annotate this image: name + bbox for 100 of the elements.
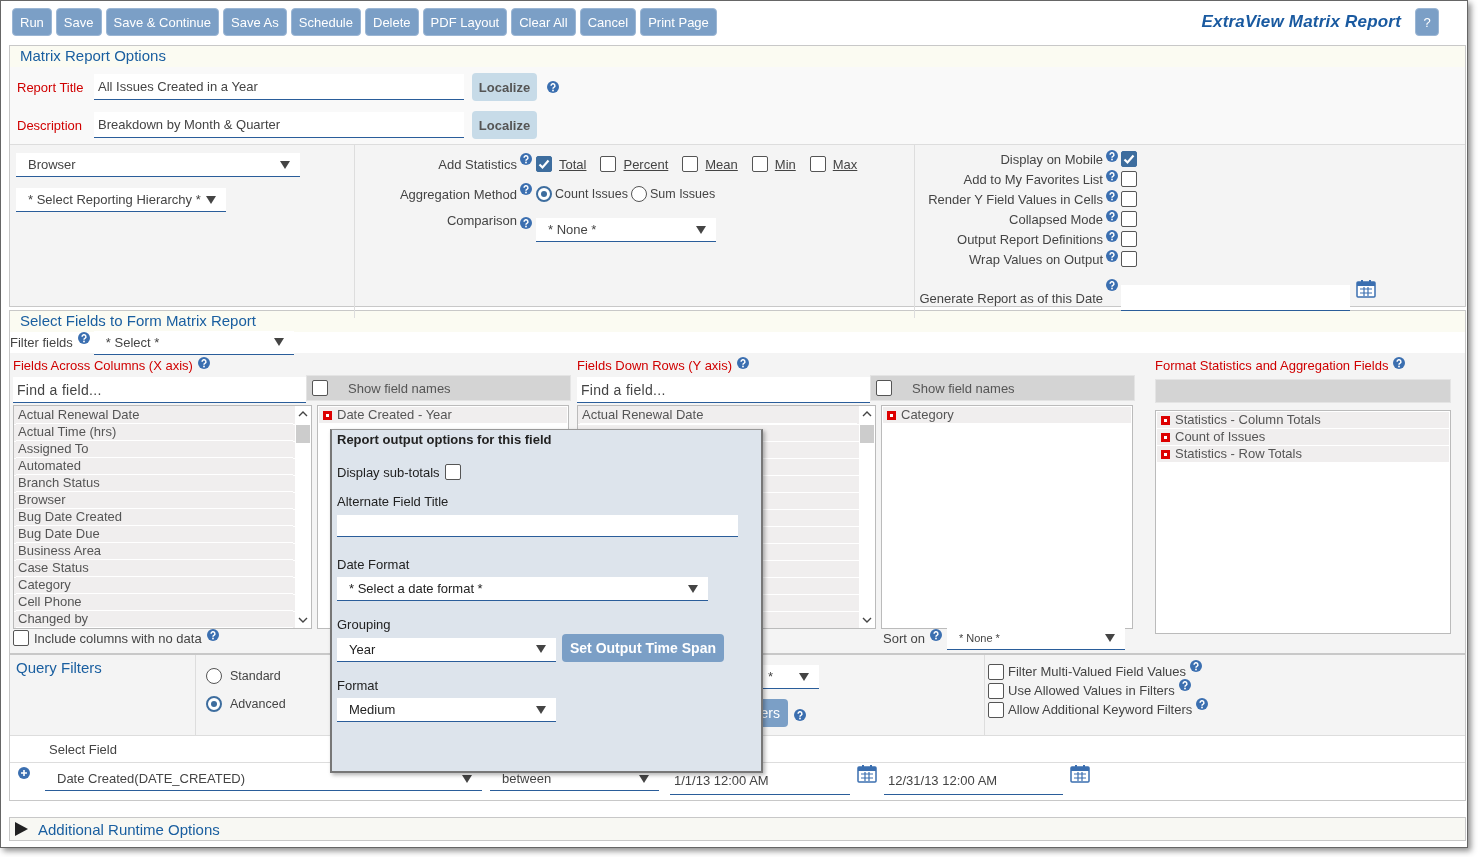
scroll-thumb[interactable]	[860, 425, 874, 443]
checkbox[interactable]	[444, 464, 461, 480]
section-heading[interactable]: Additional Runtime Options	[38, 820, 220, 838]
list-item[interactable]: Category	[883, 407, 1131, 424]
help-icon[interactable]	[77, 332, 90, 344]
scroll-thumb[interactable]	[296, 425, 310, 443]
checkbox[interactable]	[1121, 231, 1137, 247]
dropdown[interactable]: * Select a date format *	[337, 577, 708, 601]
list-item[interactable]: Statistics - Column Totals	[1157, 412, 1449, 429]
checkbox-label[interactable]: Min	[774, 156, 796, 172]
calendar-icon[interactable]	[857, 765, 877, 783]
checkbox[interactable]	[1121, 151, 1137, 167]
list-item[interactable]: Business Area	[16, 543, 293, 560]
list-item[interactable]: Actual Renewal Date	[16, 407, 293, 424]
list-item[interactable]: Changed by	[16, 611, 293, 628]
scroll-up-icon[interactable]	[298, 411, 308, 417]
help-icon[interactable]	[1190, 660, 1202, 672]
help-icon[interactable]	[520, 217, 532, 229]
scroll-down-icon[interactable]	[298, 617, 308, 623]
checkbox[interactable]	[1121, 171, 1137, 187]
help-icon[interactable]	[1393, 357, 1406, 369]
list-item[interactable]: Case Status	[16, 560, 293, 577]
help-icon[interactable]	[520, 183, 532, 195]
list-item[interactable]: Bug Date Created	[16, 509, 293, 526]
remove-icon[interactable]	[887, 410, 896, 420]
checkbox[interactable]	[751, 156, 768, 172]
dropdown[interactable]: *	[763, 665, 819, 689]
list-item[interactable]: Actual Time (hrs)	[16, 424, 293, 441]
help-icon[interactable]	[929, 629, 942, 641]
calendar-icon[interactable]	[1070, 765, 1090, 783]
help-icon[interactable]	[1196, 698, 1209, 710]
scroll-down-icon[interactable]	[862, 617, 872, 623]
expand-icon[interactable]	[14, 822, 28, 836]
text-field[interactable]: Find a field...	[13, 377, 306, 403]
radio-button[interactable]	[206, 668, 222, 684]
help-icon[interactable]	[520, 153, 532, 165]
text-field[interactable]: Breakdown by Month & Quarter	[94, 112, 464, 138]
checkbox[interactable]	[1121, 251, 1137, 267]
checkbox[interactable]	[988, 682, 1004, 699]
scroll-up-icon[interactable]	[862, 411, 872, 417]
list-item[interactable]: Cell Phone	[16, 594, 293, 611]
dropdown[interactable]: * None *	[946, 626, 1125, 650]
checkbox[interactable]	[13, 630, 29, 646]
dropdown[interactable]: * Select Reporting Hierarchy *	[16, 188, 226, 212]
help-icon[interactable]	[1106, 250, 1118, 262]
radio-button[interactable]	[206, 696, 222, 712]
checkbox[interactable]	[988, 701, 1004, 718]
checkbox[interactable]	[988, 663, 1004, 680]
checkbox-label[interactable]: Mean	[705, 156, 738, 172]
checkbox[interactable]	[1121, 211, 1137, 227]
help-icon[interactable]	[197, 357, 210, 369]
list-item[interactable]: Automated	[16, 458, 293, 475]
list-item[interactable]: Actual Renewal Date	[580, 407, 857, 424]
text-field[interactable]: Find a field...	[577, 377, 870, 403]
help-icon[interactable]	[794, 709, 806, 721]
help-icon[interactable]	[1106, 279, 1118, 291]
dropdown[interactable]: Medium	[337, 698, 556, 722]
dropdown[interactable]: * None *	[536, 218, 716, 242]
list-item[interactable]: Assigned To	[16, 441, 293, 458]
section-heading: Matrix Report Options	[10, 46, 1465, 67]
help-icon[interactable]	[206, 629, 219, 641]
checkbox[interactable]	[1121, 191, 1137, 207]
list-item[interactable]: Bug Date Due	[16, 526, 293, 543]
text-field[interactable]	[337, 515, 738, 537]
checkbox[interactable]	[536, 156, 552, 172]
checkbox[interactable]	[809, 156, 826, 172]
checkbox[interactable]	[312, 380, 328, 396]
localize-button[interactable]: Localize	[472, 111, 537, 139]
checkbox[interactable]	[876, 380, 892, 396]
checkbox-label[interactable]: Max	[832, 156, 858, 172]
dropdown[interactable]: * Select *	[93, 330, 294, 355]
add-icon[interactable]	[18, 767, 30, 779]
radio-button[interactable]	[536, 186, 552, 202]
list-item[interactable]: Date Created - Year	[319, 407, 567, 424]
list-item[interactable]: Branch Status	[16, 475, 293, 492]
text-field[interactable]	[1121, 285, 1350, 311]
checkbox[interactable]	[682, 156, 699, 172]
list-item[interactable]: Browser	[16, 492, 293, 509]
caret-icon	[273, 338, 284, 346]
checkbox-label[interactable]: Total	[559, 156, 587, 172]
list-item[interactable]: Category	[16, 577, 293, 594]
help-icon[interactable]	[1106, 170, 1118, 182]
list-item[interactable]: Count of Issues	[1157, 429, 1449, 446]
help-icon[interactable]	[1106, 210, 1118, 222]
help-icon[interactable]	[737, 357, 750, 369]
help-icon[interactable]	[1106, 230, 1118, 242]
localize-button[interactable]: Localize	[472, 73, 537, 101]
radio-button[interactable]	[630, 186, 647, 202]
text-field[interactable]: All Issues Created in a Year	[94, 74, 464, 100]
list-item[interactable]: Statistics - Row Totals	[1157, 446, 1449, 463]
help-icon[interactable]	[547, 81, 559, 93]
help-icon[interactable]	[1178, 679, 1191, 691]
checkbox[interactable]	[600, 156, 617, 172]
dropdown[interactable]: Year	[337, 637, 556, 662]
checkbox-label[interactable]: Percent	[623, 156, 669, 172]
remove-icon[interactable]	[323, 410, 332, 420]
dropdown[interactable]: Browser	[16, 153, 300, 177]
help-icon[interactable]	[1106, 150, 1118, 162]
help-icon[interactable]	[1106, 190, 1118, 202]
calendar-icon[interactable]	[1356, 280, 1376, 298]
